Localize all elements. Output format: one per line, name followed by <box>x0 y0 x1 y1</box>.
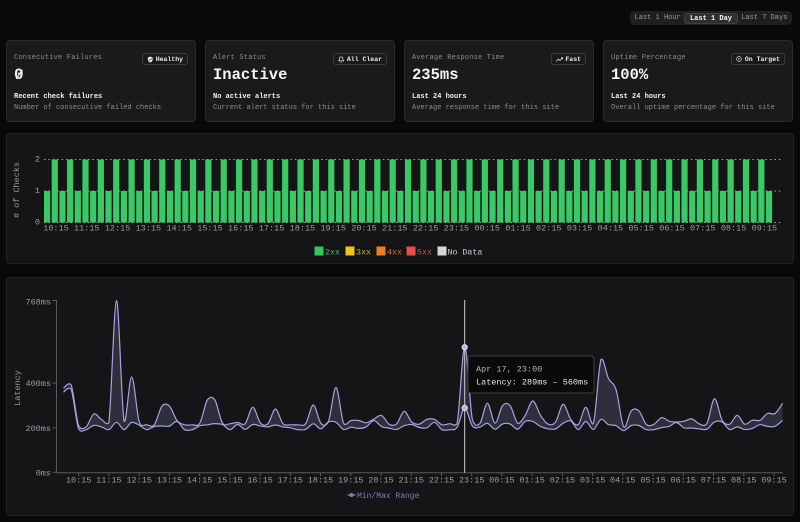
svg-text:09:15: 09:15 <box>752 224 778 234</box>
svg-text:1: 1 <box>35 186 40 196</box>
svg-text:4xx: 4xx <box>387 248 402 257</box>
svg-text:14:15: 14:15 <box>187 476 213 486</box>
svg-text:5xx: 5xx <box>417 248 432 257</box>
svg-text:Apr 17, 23:00: Apr 17, 23:00 <box>476 365 542 375</box>
svg-text:04:15: 04:15 <box>610 476 636 486</box>
svg-text:14:15: 14:15 <box>166 224 192 234</box>
svg-text:01:15: 01:15 <box>519 476 545 486</box>
svg-text:02:15: 02:15 <box>536 224 562 234</box>
svg-text:Latency: 289ms – 560ms: Latency: 289ms – 560ms <box>476 378 588 388</box>
svg-text:18:15: 18:15 <box>290 224 316 234</box>
svg-text:No Data: No Data <box>448 248 483 257</box>
svg-text:22:15: 22:15 <box>413 224 439 234</box>
svg-text:400ms: 400ms <box>25 379 51 389</box>
svg-text:15:15: 15:15 <box>197 224 223 234</box>
svg-text:3xx: 3xx <box>356 248 371 257</box>
svg-text:15:15: 15:15 <box>217 476 243 486</box>
svg-text:23:15: 23:15 <box>444 224 470 234</box>
svg-text:12:15: 12:15 <box>126 476 152 486</box>
svg-text:02:15: 02:15 <box>550 476 576 486</box>
svg-text:08:15: 08:15 <box>721 224 747 234</box>
svg-text:17:15: 17:15 <box>278 476 304 486</box>
svg-text:16:15: 16:15 <box>247 476 273 486</box>
svg-text:19:15: 19:15 <box>320 224 346 234</box>
svg-text:07:15: 07:15 <box>701 476 727 486</box>
svg-text:04:15: 04:15 <box>598 224 624 234</box>
svg-text:0: 0 <box>35 218 40 228</box>
svg-text:Min/Max Range: Min/Max Range <box>357 492 420 501</box>
svg-text:20:15: 20:15 <box>368 476 394 486</box>
svg-text:17:15: 17:15 <box>259 224 285 234</box>
svg-text:07:15: 07:15 <box>690 224 716 234</box>
svg-text:2: 2 <box>35 155 40 165</box>
svg-text:10:15: 10:15 <box>43 224 69 234</box>
svg-text:05:15: 05:15 <box>628 224 654 234</box>
svg-text:00:15: 00:15 <box>474 224 500 234</box>
svg-text:19:15: 19:15 <box>338 476 364 486</box>
svg-text:20:15: 20:15 <box>351 224 377 234</box>
svg-text:10:15: 10:15 <box>66 476 92 486</box>
svg-text:12:15: 12:15 <box>105 224 131 234</box>
svg-text:06:15: 06:15 <box>671 476 697 486</box>
svg-text:# of Checks: # of Checks <box>12 162 22 218</box>
svg-text:768ms: 768ms <box>25 298 51 308</box>
svg-text:06:15: 06:15 <box>659 224 685 234</box>
svg-text:00:15: 00:15 <box>489 476 515 486</box>
svg-text:01:15: 01:15 <box>505 224 531 234</box>
svg-text:2xx: 2xx <box>325 248 340 257</box>
svg-text:21:15: 21:15 <box>382 224 408 234</box>
svg-text:16:15: 16:15 <box>228 224 254 234</box>
svg-text:23:15: 23:15 <box>459 476 485 486</box>
svg-text:08:15: 08:15 <box>731 476 757 486</box>
svg-text:18:15: 18:15 <box>308 476 334 486</box>
svg-text:21:15: 21:15 <box>398 476 424 486</box>
svg-text:03:15: 03:15 <box>580 476 606 486</box>
svg-text:11:15: 11:15 <box>96 476 122 486</box>
svg-text:11:15: 11:15 <box>74 224 100 234</box>
svg-text:05:15: 05:15 <box>640 476 666 486</box>
svg-text:13:15: 13:15 <box>136 224 162 234</box>
svg-text:22:15: 22:15 <box>429 476 455 486</box>
svg-text:03:15: 03:15 <box>567 224 593 234</box>
svg-text:13:15: 13:15 <box>157 476 183 486</box>
svg-text:Latency: Latency <box>13 370 23 406</box>
svg-text:0ms: 0ms <box>36 468 51 478</box>
svg-text:09:15: 09:15 <box>761 476 787 486</box>
svg-text:200ms: 200ms <box>25 424 51 434</box>
